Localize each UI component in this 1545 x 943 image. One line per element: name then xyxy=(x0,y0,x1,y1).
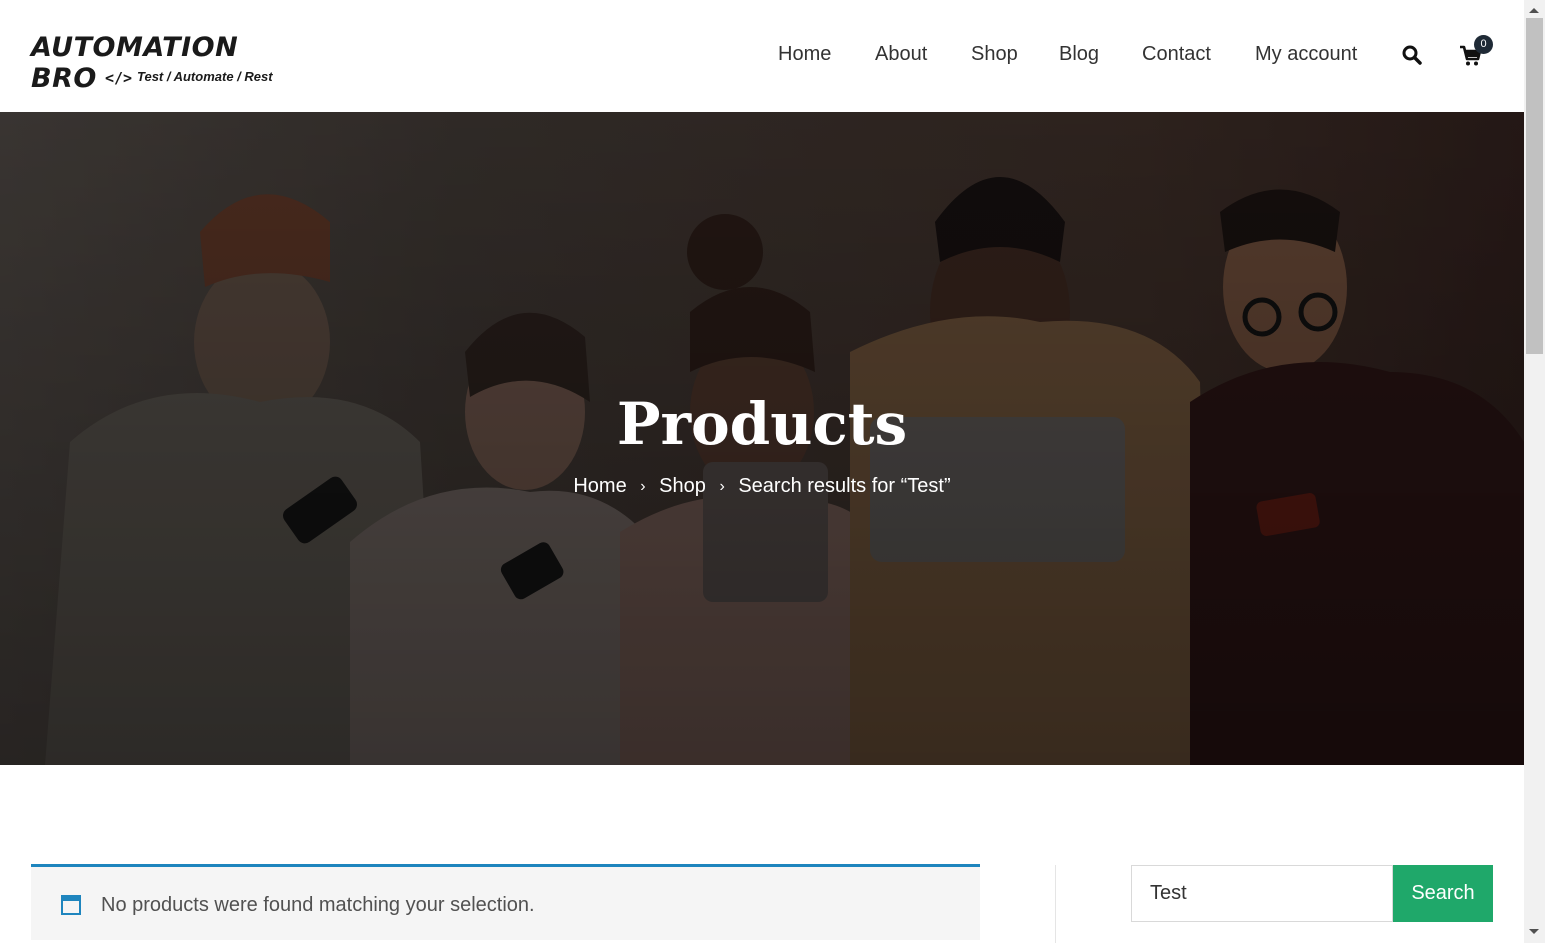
sidebar-divider xyxy=(1055,865,1056,943)
chevron-right-icon: › xyxy=(719,477,725,495)
site-header: AUTOMATION BRO </> Test / Automate / Res… xyxy=(0,0,1524,112)
chevron-right-icon: › xyxy=(640,477,646,495)
breadcrumb-shop[interactable]: Shop xyxy=(659,475,706,498)
cart-count-badge: 0 xyxy=(1474,35,1493,54)
breadcrumb-current: Search results for “Test” xyxy=(738,475,951,498)
scroll-thumb[interactable] xyxy=(1526,18,1543,354)
window-icon xyxy=(61,895,81,915)
nav-blog[interactable]: Blog xyxy=(1059,43,1099,66)
product-search-input[interactable] xyxy=(1131,865,1393,922)
search-button[interactable]: Search xyxy=(1393,865,1493,922)
hero-banner: Products Home › Shop › Search results fo… xyxy=(0,112,1524,765)
search-icon[interactable] xyxy=(1401,44,1425,68)
nav-shop[interactable]: Shop xyxy=(971,43,1018,66)
info-notice: No products were found matching your sel… xyxy=(31,864,980,940)
nav-contact[interactable]: Contact xyxy=(1142,43,1211,66)
logo-tagline: Test / Automate / Rest xyxy=(137,69,273,84)
scroll-up-icon[interactable] xyxy=(1529,8,1539,13)
main-nav: Home About Shop Blog Contact My account xyxy=(0,43,1524,71)
scroll-down-icon[interactable] xyxy=(1529,929,1539,934)
nav-home[interactable]: Home xyxy=(778,43,831,66)
nav-my-account[interactable]: My account xyxy=(1255,43,1357,66)
page-title: Products xyxy=(616,390,908,458)
nav-about[interactable]: About xyxy=(875,43,927,66)
page: AUTOMATION BRO </> Test / Automate / Res… xyxy=(0,0,1524,943)
breadcrumb-home[interactable]: Home xyxy=(573,475,626,498)
breadcrumb: Home › Shop › Search results for “Test” xyxy=(0,475,1524,498)
code-icon: </> xyxy=(105,69,133,87)
notice-message: No products were found matching your sel… xyxy=(101,894,535,916)
scrollbar[interactable] xyxy=(1524,0,1545,943)
